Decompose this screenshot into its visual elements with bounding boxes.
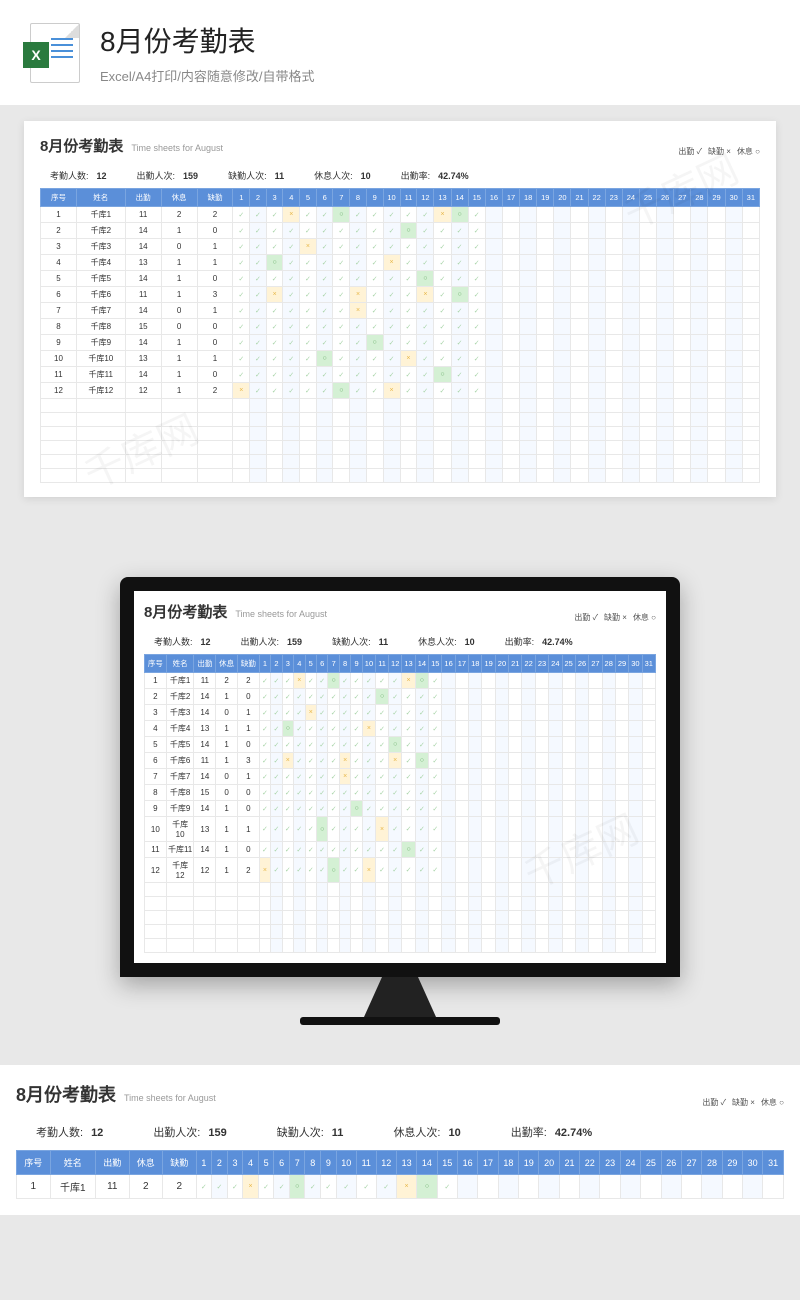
table-row: 2千库21410✓✓✓✓✓✓✓✓✓✓○✓✓✓✓ (145, 689, 656, 705)
table-row: 12千库121212×✓✓✓✓✓○✓✓×✓✓✓✓✓ (41, 383, 760, 399)
table-row: 9千库91410✓✓✓✓✓✓✓✓○✓✓✓✓✓✓ (41, 335, 760, 351)
table-row: 1千库11122✓✓✓×✓✓○✓✓✓✓✓×○✓ (145, 673, 656, 689)
table-row: 6千库61113✓✓×✓✓✓✓×✓✓✓×✓○✓ (145, 753, 656, 769)
table-row: 9千库91410✓✓✓✓✓✓✓✓○✓✓✓✓✓✓ (145, 801, 656, 817)
table-row: 3千库31401✓✓✓✓×✓✓✓✓✓✓✓✓✓✓ (145, 705, 656, 721)
spreadsheet-preview-main: 8月份考勤表Time sheets for August出勤 ✓缺勤 ×休息 ○… (24, 121, 776, 497)
table-row: 1千库11122✓✓✓×✓✓○✓✓✓✓✓×○✓ (41, 207, 760, 223)
excel-x-badge: X (23, 42, 49, 68)
table-row: 7千库71401✓✓✓✓✓✓✓×✓✓✓✓✓✓✓ (41, 303, 760, 319)
stats-row: 考勤人数:12出勤人次:159缺勤人次:11休息人次:10出勤率:42.74% (40, 163, 760, 188)
table-row: 11千库111410✓✓✓✓✓✓✓✓✓✓✓✓○✓✓ (145, 842, 656, 858)
attendance-table: 序号姓名出勤休息缺勤123456789101112131415161718192… (144, 654, 656, 953)
sheet-title: 8月份考勤表 (144, 601, 227, 622)
table-row: 1千库11122✓✓✓×✓✓○✓✓✓✓✓×○✓ (17, 1175, 784, 1199)
page-title: 8月份考勤表 (100, 20, 315, 60)
table-row: 2千库21410✓✓✓✓✓✓✓✓✓✓○✓✓✓✓ (41, 223, 760, 239)
table-row: 3千库31401✓✓✓✓×✓✓✓✓✓✓✓✓✓✓ (41, 239, 760, 255)
stats-row: 考勤人数:12出勤人次:159缺勤人次:11休息人次:10出勤率:42.74% (144, 629, 656, 654)
table-row: 10千库101311✓✓✓✓✓○✓✓✓✓×✓✓✓✓ (145, 817, 656, 842)
table-row: 7千库71401✓✓✓✓✓✓✓×✓✓✓✓✓✓✓ (145, 769, 656, 785)
table-row: 10千库101311✓✓✓✓✓○✓✓✓✓×✓✓✓✓ (41, 351, 760, 367)
table-row: 12千库121212×✓✓✓✓✓○✓✓×✓✓✓✓✓ (145, 858, 656, 883)
monitor-mockup: 8月份考勤表Time sheets for August出勤 ✓缺勤 ×休息 ○… (120, 577, 680, 1025)
stats-row: 考勤人数:12出勤人次:159缺勤人次:11休息人次:10出勤率:42.74% (16, 1114, 784, 1150)
sheet-title-en: Time sheets for August (235, 609, 327, 619)
page-subtitle: Excel/A4打印/内容随意修改/自带格式 (100, 66, 315, 85)
spreadsheet-preview-cropped: 8月份考勤表Time sheets for August出勤 ✓缺勤 ×休息 ○… (0, 1065, 800, 1215)
table-row: 8千库81500✓✓✓✓✓✓✓✓✓✓✓✓✓✓✓ (41, 319, 760, 335)
table-row: 4千库41311✓✓○✓✓✓✓✓✓×✓✓✓✓✓ (41, 255, 760, 271)
sheet-title: 8月份考勤表 (16, 1081, 116, 1107)
attendance-table: 序号姓名出勤休息缺勤123456789101112131415161718192… (16, 1150, 784, 1199)
sheet-title-en: Time sheets for August (131, 143, 223, 153)
table-row: 5千库51410✓✓✓✓✓✓✓✓✓✓✓○✓✓✓ (41, 271, 760, 287)
table-row: 5千库51410✓✓✓✓✓✓✓✓✓✓✓○✓✓✓ (145, 737, 656, 753)
table-row: 6千库61113✓✓×✓✓✓✓×✓✓✓×✓○✓ (41, 287, 760, 303)
page-header: X 8月份考勤表 Excel/A4打印/内容随意修改/自带格式 (0, 0, 800, 105)
attendance-table: 序号姓名出勤休息缺勤123456789101112131415161718192… (40, 188, 760, 483)
table-row: 8千库81500✓✓✓✓✓✓✓✓✓✓✓✓✓✓✓ (145, 785, 656, 801)
table-row: 11千库111410✓✓✓✓✓✓✓✓✓✓✓✓○✓✓ (41, 367, 760, 383)
excel-file-icon: X (30, 23, 80, 83)
sheet-title: 8月份考勤表 (40, 135, 123, 156)
sheet-title-en: Time sheets for August (124, 1093, 216, 1103)
table-row: 4千库41311✓✓○✓✓✓✓✓✓×✓✓✓✓✓ (145, 721, 656, 737)
